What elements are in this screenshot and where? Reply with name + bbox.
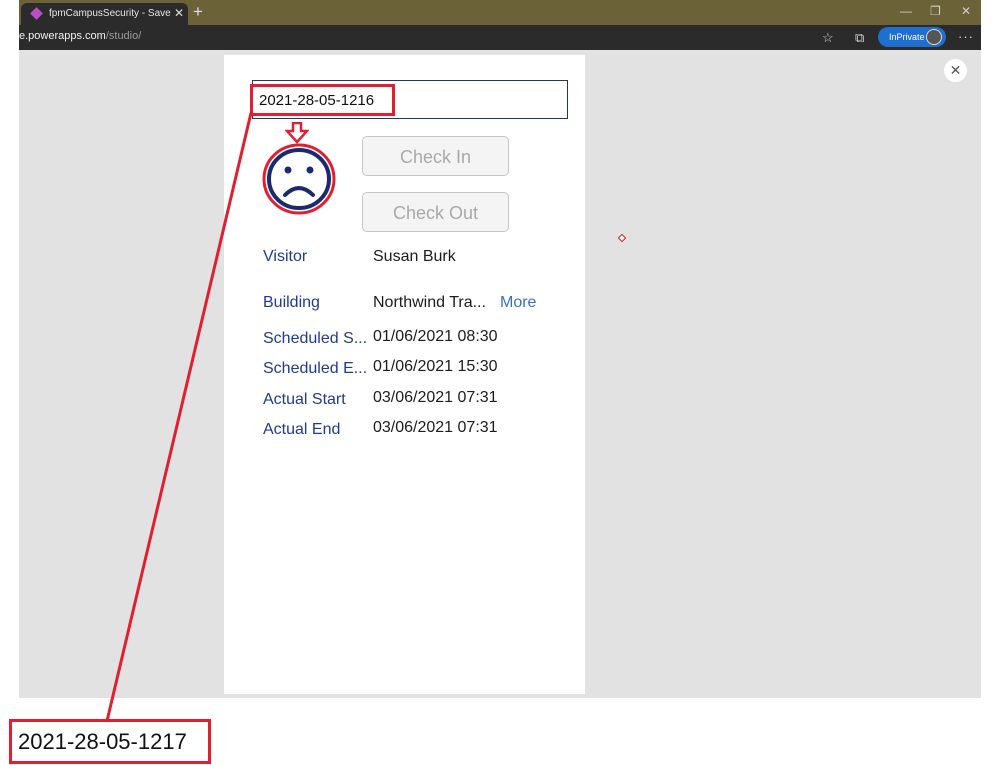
annotation-callout-text: 2021-28-05-1217 [18,729,187,754]
callout-connector-line [105,112,253,722]
